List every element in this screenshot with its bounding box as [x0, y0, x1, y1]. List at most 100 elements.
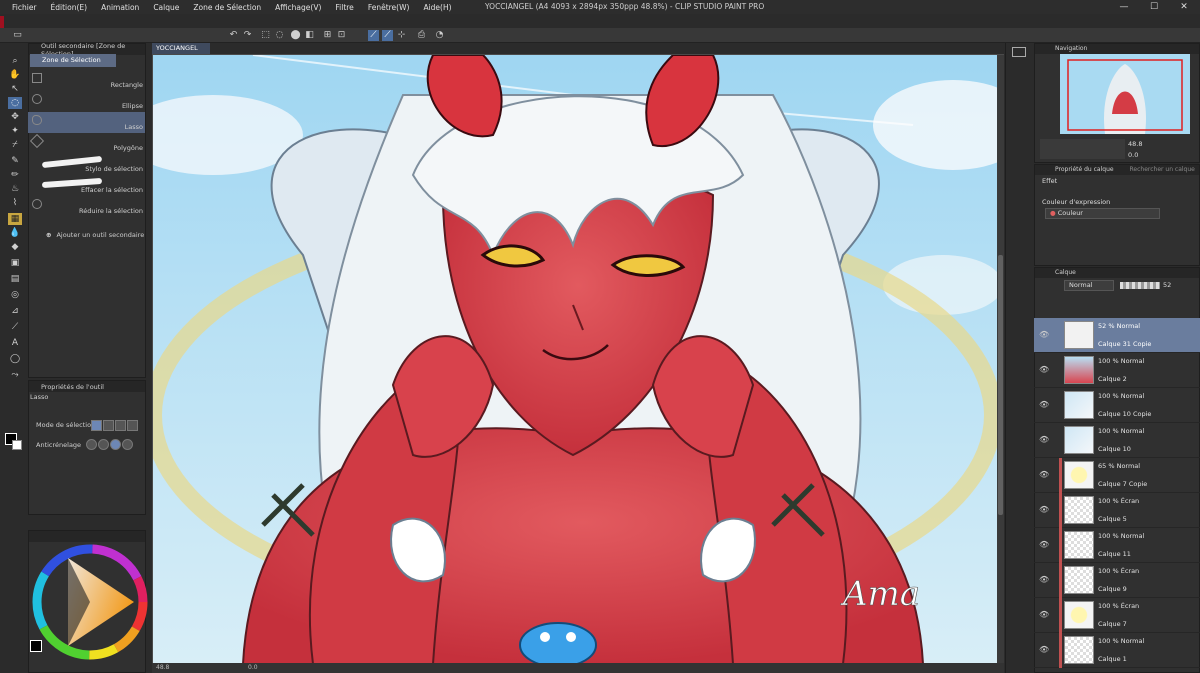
navigator-slider-area[interactable] [1040, 139, 1125, 159]
menu-aide[interactable]: Aide(H) [423, 3, 451, 12]
layer-name[interactable]: Calque 5 [1098, 515, 1127, 523]
brush-tool-icon[interactable]: ♨ [8, 183, 22, 195]
layer-thumbnail[interactable] [1064, 636, 1094, 664]
canvas-vertical-scrollbar[interactable] [997, 55, 1004, 663]
new-file-icon[interactable]: ▭ [12, 30, 23, 41]
subtool-erase-selection[interactable]: Effacer la sélection [28, 175, 145, 196]
fill-tool-icon[interactable]: ▣ [8, 257, 22, 269]
blend-tool-icon[interactable]: 💧 [8, 227, 22, 239]
layer-search-tab[interactable]: Rechercher un calque [1130, 166, 1195, 173]
aa-weak[interactable] [98, 439, 109, 450]
airbrush-icon[interactable]: ⌇ [8, 197, 22, 209]
layer-name[interactable]: Calque 7 [1098, 620, 1127, 628]
main-color-swatch[interactable] [30, 640, 42, 652]
ruler-tool-icon[interactable]: ⟋ [8, 321, 22, 333]
layer-row[interactable]: 👁 100 % Normal Calque 10 Copie [1034, 388, 1200, 423]
subtool-ellipse[interactable]: Ellipse [28, 91, 145, 112]
subtool-polygon[interactable]: Polygône [28, 133, 145, 154]
layer-row[interactable]: 👁 100 % Normal Calque 10 [1034, 423, 1200, 458]
mode-new-selection[interactable] [91, 420, 102, 431]
crop-icon[interactable]: ⊡ [336, 30, 347, 41]
layer-thumbnail[interactable] [1064, 426, 1094, 454]
aa-medium[interactable] [110, 439, 121, 450]
aa-strong[interactable] [122, 439, 133, 450]
layer-row[interactable]: 👁 52 % Normal Calque 31 Copie [1034, 318, 1200, 353]
layer-thumbnail[interactable] [1064, 531, 1094, 559]
layer-row[interactable]: 👁 65 % Normal Calque 7 Copie [1034, 458, 1200, 493]
frame-tool-icon[interactable]: ⊿ [8, 305, 22, 317]
layer-row[interactable]: 👁 100 % Normal Calque 2 [1034, 353, 1200, 388]
zoom-readout[interactable]: 48.8 [156, 664, 169, 671]
correct-line-icon[interactable]: ⤳ [8, 369, 22, 381]
sub-color-chip[interactable] [12, 440, 22, 450]
fill-icon[interactable]: ◧ [304, 30, 315, 41]
menu-affichage[interactable]: Affichage(V) [275, 3, 321, 12]
menu-fichier[interactable]: Fichier [12, 3, 37, 12]
select-all-icon[interactable]: ⬚ [260, 30, 271, 41]
export-icon[interactable]: ⎙ [416, 30, 427, 41]
snap-grid-icon[interactable]: ⊹ [396, 30, 407, 41]
mode-subtract-selection[interactable] [115, 420, 126, 431]
layer-name[interactable]: Calque 10 Copie [1098, 410, 1151, 418]
panel-toggle-icon[interactable] [1012, 47, 1026, 57]
visibility-eye-icon[interactable]: 👁 [1039, 470, 1049, 479]
menu-animation[interactable]: Animation [101, 3, 139, 12]
pen-tool-icon[interactable]: ✎ [8, 155, 22, 167]
navigator-thumbnail[interactable] [1060, 54, 1190, 134]
pencil-tool-icon[interactable]: ✏ [8, 169, 22, 181]
transform-icon[interactable]: ⊞ [322, 30, 333, 41]
redo-icon[interactable]: ↷ [242, 30, 253, 41]
zoom-tool-icon[interactable]: ⌕ [8, 55, 22, 67]
menu-filtre[interactable]: Filtre [335, 3, 353, 12]
visibility-eye-icon[interactable]: 👁 [1039, 505, 1049, 514]
layer-name[interactable]: Calque 10 [1098, 445, 1131, 453]
subtool-rectangle[interactable]: Rectangle [28, 70, 145, 91]
clip-icon[interactable]: ◔ [434, 30, 445, 41]
layer-thumbnail[interactable] [1064, 356, 1094, 384]
close-button[interactable]: ✕ [1170, 0, 1198, 14]
layer-thumbnail[interactable] [1064, 391, 1094, 419]
mode-add-selection[interactable] [103, 420, 114, 431]
expression-color-select[interactable]: ● Couleur [1045, 208, 1160, 219]
blend-mode-select[interactable]: Normal [1064, 280, 1114, 291]
move-tool-icon[interactable]: ✋ [8, 69, 22, 81]
layer-thumbnail[interactable] [1064, 566, 1094, 594]
auto-select-icon[interactable]: ✦ [8, 125, 22, 137]
artwork-canvas[interactable]: Ama [153, 55, 998, 664]
minimize-button[interactable]: — [1110, 0, 1138, 14]
visibility-eye-icon[interactable]: 👁 [1039, 330, 1049, 339]
opacity-value[interactable]: 52 [1163, 281, 1171, 289]
figure-tool-icon[interactable]: ◎ [8, 289, 22, 301]
deselect-icon[interactable]: ◌ [274, 30, 285, 41]
maximize-button[interactable]: ☐ [1140, 0, 1168, 14]
layer-row[interactable]: 👁 100 % Écran Calque 5 [1034, 493, 1200, 528]
mode-intersect-selection[interactable] [127, 420, 138, 431]
layer-row[interactable]: 👁 100 % Normal Calque 1 [1034, 633, 1200, 668]
visibility-eye-icon[interactable]: 👁 [1039, 435, 1049, 444]
canvas-tab[interactable]: YOCCIANGEL [152, 43, 210, 54]
layer-row[interactable]: 👁 100 % Écran Calque 7 [1034, 598, 1200, 633]
visibility-eye-icon[interactable]: 👁 [1039, 365, 1049, 374]
rotation-readout[interactable]: 0.0 [248, 664, 258, 671]
layer-thumbnail[interactable] [1064, 496, 1094, 524]
move-layer-icon[interactable]: ✥ [8, 111, 22, 123]
undo-icon[interactable]: ↶ [228, 30, 239, 41]
menu-zone-selection[interactable]: Zone de Sélection [193, 3, 261, 12]
subtool-lasso[interactable]: Lasso [28, 112, 145, 133]
layer-thumbnail[interactable] [1064, 461, 1094, 489]
layer-name[interactable]: Calque 11 [1098, 550, 1131, 558]
add-subtool-button[interactable]: ⊕ Ajouter un outil secondaire [46, 231, 144, 239]
color-wheel[interactable] [30, 542, 148, 664]
layer-name[interactable]: Calque 31 Copie [1098, 340, 1151, 348]
lasso-tool-icon[interactable]: ◌ [8, 97, 22, 109]
menu-edition[interactable]: Édition(E) [51, 3, 88, 12]
scroll-thumb[interactable] [998, 255, 1003, 515]
gradient-tool-icon[interactable]: ▤ [8, 273, 22, 285]
layer-name[interactable]: Calque 9 [1098, 585, 1127, 593]
layer-property-title[interactable]: Propriété du calque [1055, 166, 1114, 173]
visibility-eye-icon[interactable]: 👁 [1039, 575, 1049, 584]
snap-special-ruler-icon[interactable]: ⟋ [382, 30, 393, 41]
layer-name[interactable]: Calque 1 [1098, 655, 1127, 663]
clear-icon[interactable]: ⬤ [290, 30, 301, 41]
subtool-tab[interactable]: Zone de Sélection [30, 54, 116, 67]
